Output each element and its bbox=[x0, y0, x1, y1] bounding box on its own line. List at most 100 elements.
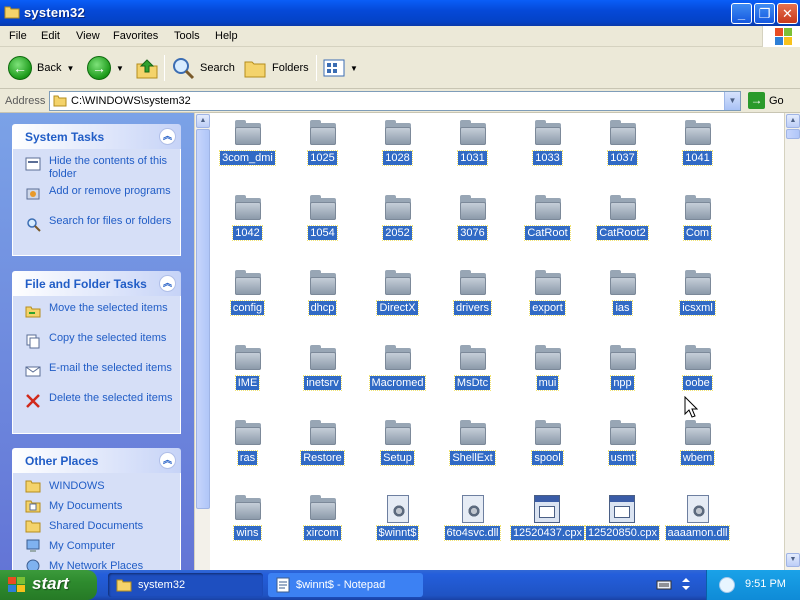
keyboard-icon[interactable] bbox=[656, 577, 672, 591]
menu-view[interactable]: View bbox=[76, 30, 100, 42]
collapse-icon[interactable]: ︽ bbox=[159, 128, 176, 145]
folder-icon bbox=[309, 495, 337, 521]
task-delete-items[interactable]: Delete the selected items bbox=[25, 392, 174, 422]
menu-tools[interactable]: Tools bbox=[174, 30, 200, 42]
views-button[interactable]: ▼ bbox=[323, 53, 358, 83]
file-item[interactable]: 1042 bbox=[210, 190, 285, 262]
taskbar-item-notepad[interactable]: $winnt$ - Notepad bbox=[268, 573, 423, 597]
task-email-items[interactable]: E-mail the selected items bbox=[25, 362, 174, 392]
views-icon bbox=[323, 59, 345, 77]
file-item[interactable]: mui bbox=[510, 340, 585, 412]
folder-icon bbox=[684, 270, 712, 296]
scroll-thumb[interactable] bbox=[196, 129, 210, 509]
go-button[interactable]: → Go bbox=[748, 92, 784, 109]
file-item[interactable]: 1054 bbox=[285, 190, 360, 262]
collapse-icon[interactable]: ︽ bbox=[159, 275, 176, 292]
chevron-down-icon[interactable]: ▼ bbox=[724, 92, 740, 110]
file-item[interactable]: wbem bbox=[660, 415, 735, 487]
scroll-thumb[interactable] bbox=[786, 129, 800, 139]
file-item[interactable]: 12520850.cpx bbox=[584, 490, 661, 562]
file-item[interactable]: inetsrv bbox=[285, 340, 360, 412]
scroll-up-icon[interactable]: ▲ bbox=[196, 114, 210, 128]
place-my-network-places[interactable]: My Network Places bbox=[25, 559, 174, 570]
chevron-down-icon[interactable]: ▼ bbox=[66, 64, 74, 73]
up-down-arrow-icon[interactable] bbox=[680, 577, 692, 591]
maximize-button[interactable]: ❐ bbox=[754, 3, 775, 24]
file-list-scrollbar[interactable]: ▲ ▼ bbox=[784, 113, 800, 570]
file-item[interactable]: drivers bbox=[435, 265, 510, 337]
task-hide-contents[interactable]: Hide the contents of this folder bbox=[25, 155, 174, 185]
file-item[interactable]: icsxml bbox=[660, 265, 735, 337]
file-item[interactable]: CatRoot bbox=[510, 190, 585, 262]
file-item[interactable]: 6to4svc.dll bbox=[435, 490, 510, 562]
scroll-up-icon[interactable]: ▲ bbox=[786, 114, 800, 128]
file-item[interactable]: 1033 bbox=[510, 115, 585, 187]
file-item[interactable]: 1028 bbox=[360, 115, 435, 187]
file-item[interactable]: 1037 bbox=[585, 115, 660, 187]
file-item[interactable]: ras bbox=[210, 415, 285, 487]
scroll-down-icon[interactable]: ▼ bbox=[786, 553, 800, 567]
collapse-icon[interactable]: ︽ bbox=[159, 452, 176, 469]
chevron-down-icon[interactable]: ▼ bbox=[116, 64, 124, 73]
file-item[interactable]: CatRoot2 bbox=[585, 190, 660, 262]
file-item[interactable]: $winnt$ bbox=[360, 490, 435, 562]
file-item[interactable]: 3076 bbox=[435, 190, 510, 262]
address-input[interactable]: C:\WINDOWS\system32 ▼ bbox=[49, 91, 741, 111]
place-my-computer[interactable]: My Computer bbox=[25, 539, 174, 559]
file-item[interactable]: usmt bbox=[585, 415, 660, 487]
file-item[interactable]: spool bbox=[510, 415, 585, 487]
file-item[interactable]: 2052 bbox=[360, 190, 435, 262]
minimize-button[interactable]: _ bbox=[731, 3, 752, 24]
file-name: 1042 bbox=[232, 225, 263, 241]
folders-button[interactable]: Folders bbox=[243, 53, 309, 83]
panel-header[interactable]: System Tasks ︽ bbox=[12, 124, 181, 149]
file-item[interactable]: config bbox=[210, 265, 285, 337]
file-item[interactable]: DirectX bbox=[360, 265, 435, 337]
back-button[interactable]: ← Back ▼ bbox=[8, 53, 74, 83]
file-item[interactable]: ias bbox=[585, 265, 660, 337]
file-item[interactable]: 12520437.cpx bbox=[509, 490, 586, 562]
panel-header[interactable]: Other Places ︽ bbox=[12, 448, 181, 473]
file-item[interactable]: Restore bbox=[285, 415, 360, 487]
file-item[interactable]: npp bbox=[585, 340, 660, 412]
file-item[interactable]: IME bbox=[210, 340, 285, 412]
chevron-down-icon[interactable]: ▼ bbox=[350, 64, 358, 73]
start-button[interactable]: start bbox=[0, 570, 97, 600]
menu-file[interactable]: File bbox=[9, 30, 27, 42]
task-move-items[interactable]: Move the selected items bbox=[25, 302, 174, 332]
task-pane-scrollbar[interactable]: ▲ bbox=[194, 113, 210, 570]
forward-button[interactable]: → ▼ bbox=[87, 53, 124, 83]
file-item[interactable]: aaaamon.dll bbox=[660, 490, 735, 562]
place-windows[interactable]: WINDOWS bbox=[25, 479, 174, 499]
place-shared-documents[interactable]: Shared Documents bbox=[25, 519, 174, 539]
file-item[interactable]: 1031 bbox=[435, 115, 510, 187]
file-item[interactable]: MsDtc bbox=[435, 340, 510, 412]
menu-favorites[interactable]: Favorites bbox=[113, 30, 158, 42]
search-button[interactable]: Search bbox=[171, 53, 235, 83]
file-item[interactable]: Macromed bbox=[360, 340, 435, 412]
panel-header[interactable]: File and Folder Tasks ︽ bbox=[12, 271, 181, 296]
file-item[interactable]: wins bbox=[210, 490, 285, 562]
go-arrow-icon: → bbox=[748, 92, 765, 109]
file-item[interactable]: 1025 bbox=[285, 115, 360, 187]
file-item[interactable]: xircom bbox=[285, 490, 360, 562]
clock[interactable]: 9:51 PM bbox=[745, 578, 786, 590]
file-item[interactable]: Com bbox=[660, 190, 735, 262]
menu-help[interactable]: Help bbox=[215, 30, 238, 42]
menu-edit[interactable]: Edit bbox=[41, 30, 60, 42]
file-item[interactable]: 1041 bbox=[660, 115, 735, 187]
network-status-icon[interactable] bbox=[719, 577, 735, 593]
up-folder-button[interactable] bbox=[135, 53, 159, 83]
file-item[interactable]: dhcp bbox=[285, 265, 360, 337]
close-button[interactable]: ✕ bbox=[777, 3, 798, 24]
task-search-files[interactable]: Search for files or folders bbox=[25, 215, 174, 245]
title-bar[interactable]: system32 _ ❐ ✕ bbox=[0, 0, 800, 26]
file-item[interactable]: 3com_dmi bbox=[210, 115, 285, 187]
place-my-documents[interactable]: My Documents bbox=[25, 499, 174, 519]
task-add-remove-programs[interactable]: Add or remove programs bbox=[25, 185, 174, 215]
file-item[interactable]: export bbox=[510, 265, 585, 337]
taskbar-item-system32[interactable]: system32 bbox=[108, 573, 263, 597]
task-copy-items[interactable]: Copy the selected items bbox=[25, 332, 174, 362]
file-item[interactable]: ShellExt bbox=[435, 415, 510, 487]
file-item[interactable]: Setup bbox=[360, 415, 435, 487]
